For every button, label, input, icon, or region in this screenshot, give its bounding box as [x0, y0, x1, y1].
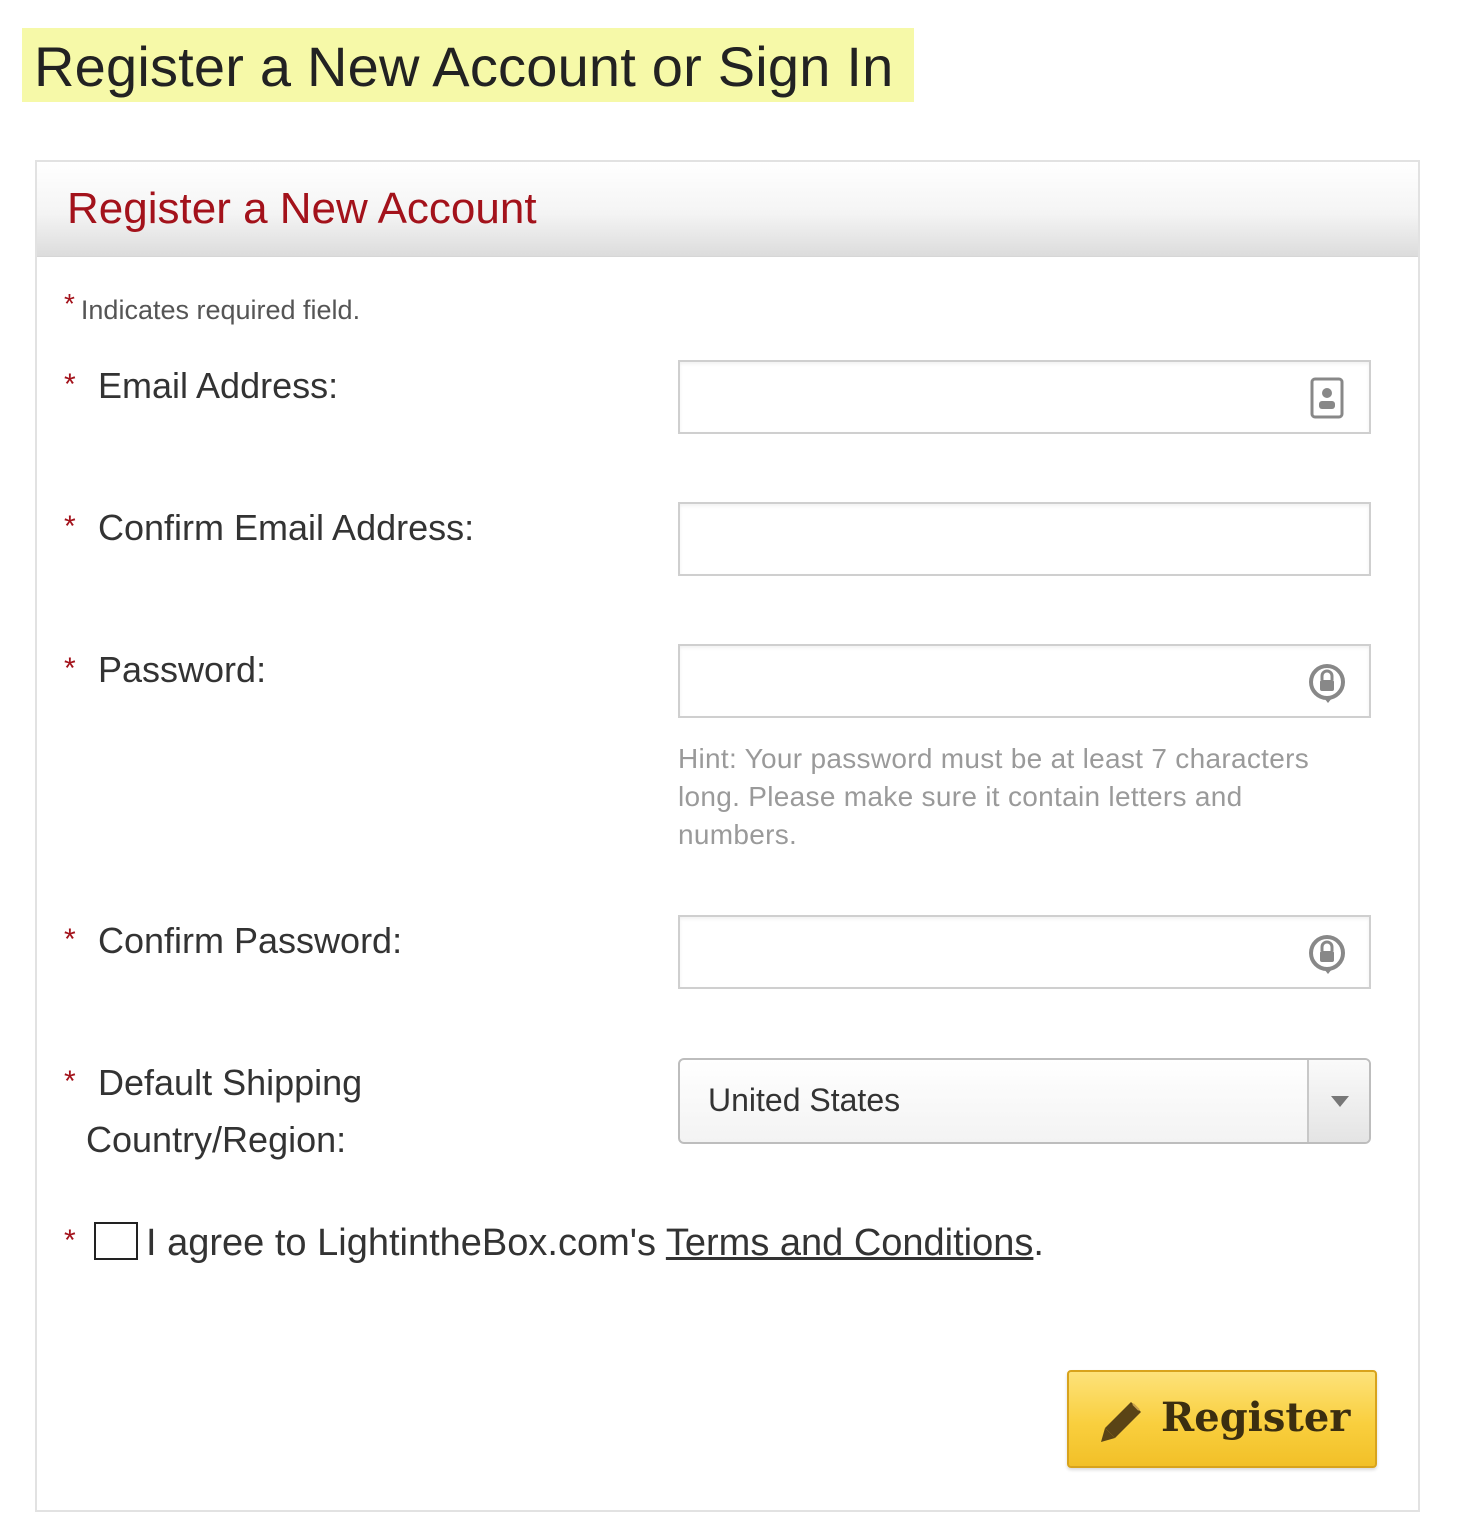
- password-label: * Password:: [64, 642, 266, 701]
- required-star: *: [64, 1065, 76, 1098]
- required-star: *: [64, 923, 76, 956]
- chevron-down-icon[interactable]: [1307, 1060, 1369, 1142]
- confirm-password-label: * Confirm Password:: [64, 913, 402, 972]
- page-heading: Register a New Account or Sign In: [22, 28, 914, 102]
- panel-title: Register a New Account: [67, 184, 537, 233]
- panel-header: Register a New Account: [37, 162, 1418, 257]
- email-field[interactable]: [678, 360, 1371, 434]
- password-manager-icon[interactable]: [1307, 660, 1347, 704]
- email-label-text: Email Address:: [98, 365, 339, 406]
- confirm-password-input[interactable]: [680, 917, 1280, 987]
- required-star: *: [64, 368, 76, 401]
- terms-checkbox[interactable]: [94, 1222, 138, 1260]
- password-label-text: Password:: [98, 649, 267, 690]
- country-label-line1: Default Shipping: [98, 1062, 363, 1103]
- password-manager-icon[interactable]: [1307, 931, 1347, 975]
- confirm-email-label-text: Confirm Email Address:: [98, 507, 475, 548]
- required-note-text: Indicates required field.: [80, 295, 361, 325]
- confirm-email-input[interactable]: [680, 504, 1280, 574]
- register-button-label: Register: [1161, 1394, 1351, 1441]
- confirm-email-label: * Confirm Email Address:: [64, 500, 474, 559]
- register-button[interactable]: Register: [1067, 1370, 1377, 1468]
- email-label: * Email Address:: [64, 358, 338, 417]
- country-label-line2: Country/Region:: [86, 1119, 347, 1160]
- required-star: *: [64, 510, 76, 543]
- required-star: *: [64, 288, 75, 319]
- country-select-value: United States: [708, 1082, 901, 1118]
- confirm-password-label-text: Confirm Password:: [98, 920, 403, 961]
- country-label: * Default Shipping: [64, 1055, 362, 1114]
- required-field-note: * Indicates required field.: [64, 288, 361, 326]
- confirm-password-field[interactable]: [678, 915, 1371, 989]
- terms-agreement-text: I agree to LightintheBox.com's: [146, 1222, 666, 1264]
- contact-card-icon[interactable]: [1307, 376, 1347, 420]
- terms-link[interactable]: Terms and Conditions: [666, 1222, 1034, 1264]
- password-field[interactable]: [678, 644, 1371, 718]
- password-input[interactable]: [680, 646, 1280, 716]
- pencil-icon: [1101, 1402, 1141, 1442]
- email-input[interactable]: [680, 362, 1280, 432]
- terms-suffix: .: [1033, 1222, 1044, 1264]
- confirm-email-field[interactable]: [678, 502, 1371, 576]
- terms-agreement: I agree to LightintheBox.com's Terms and…: [146, 1222, 1044, 1265]
- page-title: Register a New Account or Sign In: [34, 35, 894, 98]
- country-select[interactable]: United States: [678, 1058, 1371, 1144]
- required-star: *: [64, 1224, 76, 1257]
- password-hint: Hint: Your password must be at least 7 c…: [678, 743, 1310, 850]
- required-star: *: [64, 652, 76, 685]
